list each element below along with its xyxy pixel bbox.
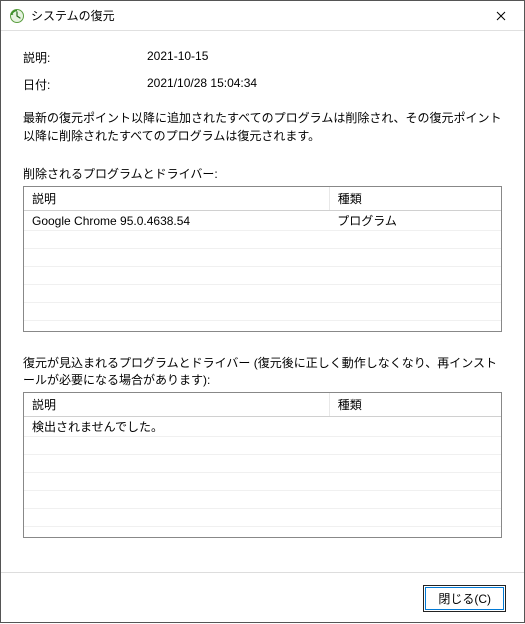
- restored-programs-table[interactable]: 説明 種類 検出されませんでした。: [23, 392, 502, 538]
- cell-type: プログラム: [329, 211, 501, 231]
- table-row[interactable]: Google Chrome 95.0.4638.54 プログラム: [24, 211, 501, 231]
- close-dialog-button[interactable]: 閉じる(C): [423, 585, 506, 612]
- restored-programs-label: 復元が見込まれるプログラムとドライバー (復元後に正しく動作しなくなり、再インス…: [23, 354, 502, 388]
- table-row: [24, 249, 501, 267]
- titlebar: システムの復元: [1, 1, 524, 31]
- info-text: 最新の復元ポイント以降に追加されたすべてのプログラムは削除され、その復元ポイント…: [23, 109, 502, 145]
- table-row: [24, 491, 501, 509]
- close-button[interactable]: [478, 1, 524, 31]
- removed-programs-label: 削除されるプログラムとドライバー:: [23, 165, 502, 182]
- removed-programs-table[interactable]: 説明 種類 Google Chrome 95.0.4638.54 プログラム: [23, 186, 502, 332]
- table-row: [24, 231, 501, 249]
- table-row: [24, 455, 501, 473]
- date-label: 日付:: [23, 76, 147, 93]
- table-row: [24, 437, 501, 455]
- column-header-description[interactable]: 説明: [24, 393, 329, 417]
- table-row: [24, 509, 501, 527]
- footer: 閉じる(C): [1, 572, 524, 624]
- table-row: 検出されませんでした。: [24, 417, 501, 437]
- date-row: 日付: 2021/10/28 15:04:34: [23, 76, 502, 93]
- date-value: 2021/10/28 15:04:34: [147, 76, 257, 93]
- content-area: 説明: 2021-10-15 日付: 2021/10/28 15:04:34 最…: [1, 31, 524, 572]
- column-header-type[interactable]: 種類: [329, 393, 501, 417]
- window-title: システムの復元: [31, 7, 478, 24]
- column-header-description[interactable]: 説明: [24, 187, 329, 211]
- close-icon: [496, 11, 506, 21]
- description-label: 説明:: [23, 49, 147, 66]
- description-row: 説明: 2021-10-15: [23, 49, 502, 66]
- cell-description: Google Chrome 95.0.4638.54: [24, 211, 329, 231]
- column-header-type[interactable]: 種類: [329, 187, 501, 211]
- none-detected-text: 検出されませんでした。: [24, 417, 501, 437]
- table-row: [24, 267, 501, 285]
- description-value: 2021-10-15: [147, 49, 208, 66]
- table-row: [24, 285, 501, 303]
- table-row: [24, 473, 501, 491]
- table-row: [24, 303, 501, 321]
- system-restore-icon: [9, 8, 25, 24]
